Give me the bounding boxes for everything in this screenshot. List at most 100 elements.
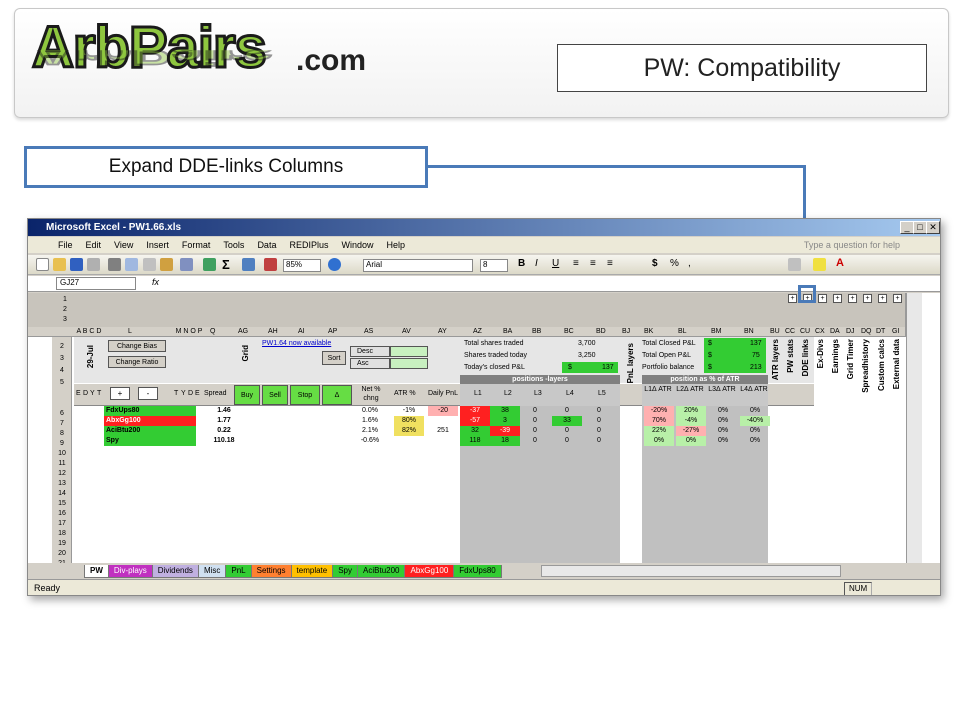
menu-window[interactable]: Window	[341, 240, 373, 250]
row-number[interactable]: 4	[54, 365, 70, 377]
pair-name[interactable]: Spy	[104, 436, 196, 446]
menu-data[interactable]: Data	[257, 240, 276, 250]
sort-icon[interactable]	[242, 258, 255, 271]
font-select[interactable]: Arial	[363, 259, 473, 272]
vertical-scrollbar[interactable]	[906, 293, 922, 563]
col-header-ay[interactable]: AY	[438, 327, 447, 337]
outline-level[interactable]: 2	[60, 305, 70, 315]
tab-template[interactable]: template	[290, 564, 334, 578]
row-number[interactable]: 15	[54, 499, 70, 509]
align-left-icon[interactable]: ≡	[573, 258, 579, 269]
new-icon[interactable]	[36, 258, 49, 271]
tab-spy[interactable]: Spy	[332, 564, 359, 578]
menu-insert[interactable]: Insert	[146, 240, 169, 250]
update-available-link[interactable]: PW1.64 now available	[262, 340, 331, 347]
row-number[interactable]: 19	[54, 539, 70, 549]
print-icon[interactable]	[108, 258, 121, 271]
col-header-bc[interactable]: BC	[564, 327, 574, 337]
expand-grid-timer-button[interactable]: +	[863, 294, 872, 303]
undo-icon[interactable]	[180, 258, 193, 271]
row-number[interactable]: 14	[54, 489, 70, 499]
minus-button[interactable]: -	[138, 387, 158, 400]
underline-icon[interactable]: U	[552, 258, 559, 269]
col-header-dj[interactable]: DJ	[846, 327, 855, 337]
row-number[interactable]: 16	[54, 509, 70, 519]
row-number[interactable]: 20	[54, 549, 70, 559]
help-icon[interactable]	[328, 258, 341, 271]
tab-pw[interactable]: PW	[84, 564, 109, 578]
col-header-bn[interactable]: BN	[744, 327, 754, 337]
col-header-bj[interactable]: BJ	[622, 327, 630, 337]
row-number[interactable]: 3	[54, 353, 70, 365]
percent-icon[interactable]: %	[670, 258, 679, 269]
stop-button[interactable]: Stop	[290, 385, 320, 405]
row-number[interactable]: 9	[54, 439, 70, 449]
tab-settings[interactable]: Settings	[250, 564, 292, 578]
align-center-icon[interactable]: ≡	[590, 258, 596, 269]
maximize-button[interactable]: □	[913, 221, 927, 234]
tab-div-plays[interactable]: Div-plays	[107, 564, 153, 578]
col-header-as[interactable]: AS	[364, 327, 373, 337]
font-color-icon[interactable]: A	[836, 257, 844, 269]
expand-spreadhistory-button[interactable]: +	[878, 294, 887, 303]
hyperlink-icon[interactable]	[203, 258, 216, 271]
comma-icon[interactable]: ,	[688, 258, 691, 269]
spreadsheet-grid[interactable]: A B C D L M N O P Q AG AH AI AP AS AV AY…	[28, 293, 940, 567]
pair-name[interactable]: AbxGg100	[104, 416, 196, 426]
row-number[interactable]: 12	[54, 469, 70, 479]
plus-button[interactable]: +	[110, 387, 130, 400]
tab-misc[interactable]: Misc	[197, 564, 227, 578]
col-header-bk[interactable]: BK	[644, 327, 653, 337]
col-header-dq[interactable]: DQ	[861, 327, 872, 337]
col-header-cx[interactable]: CX	[815, 327, 825, 337]
col-header-abcd[interactable]: A B C D	[74, 327, 104, 337]
col-header-gi[interactable]: GI	[892, 327, 899, 337]
asc-option[interactable]: Asc	[350, 358, 390, 369]
row-number[interactable]: 18	[54, 529, 70, 539]
expand-earnings-button[interactable]: +	[848, 294, 857, 303]
chart-wizard-icon[interactable]	[264, 258, 277, 271]
col-header-l[interactable]: L	[128, 327, 132, 337]
open-icon[interactable]	[53, 258, 66, 271]
menu-view[interactable]: View	[114, 240, 133, 250]
outline-level[interactable]: 1	[60, 295, 70, 305]
row-number[interactable]: 11	[54, 459, 70, 469]
col-header-da[interactable]: DA	[830, 327, 840, 337]
col-header-ah[interactable]: AH	[268, 327, 278, 337]
col-header-bb[interactable]: BB	[532, 327, 541, 337]
align-right-icon[interactable]: ≡	[607, 258, 613, 269]
permission-icon[interactable]	[87, 258, 100, 271]
paste-icon[interactable]	[160, 258, 173, 271]
close-button[interactable]: ✕	[926, 221, 940, 234]
col-header-av[interactable]: AV	[402, 327, 411, 337]
menu-format[interactable]: Format	[182, 240, 211, 250]
fill-color-icon[interactable]	[813, 258, 826, 271]
col-header-cu[interactable]: CU	[800, 327, 810, 337]
autosum-icon[interactable]: Σ	[222, 257, 230, 272]
expand-atr-button[interactable]: +	[788, 294, 797, 303]
row-number[interactable]: 13	[54, 479, 70, 489]
row-number[interactable]: 5	[54, 377, 70, 389]
save-icon[interactable]	[70, 258, 83, 271]
col-header-dt[interactable]: DT	[876, 327, 885, 337]
tab-dividends[interactable]: Dividends	[151, 564, 199, 578]
col-header-cc[interactable]: CC	[785, 327, 795, 337]
change-bias-button[interactable]: Change Bias	[108, 340, 166, 352]
font-size-select[interactable]: 8	[480, 259, 508, 272]
col-header-ba[interactable]: BA	[503, 327, 512, 337]
col-header-ap[interactable]: AP	[328, 327, 337, 337]
col-header-bm[interactable]: BM	[711, 327, 722, 337]
expand-ex-divs-button[interactable]: +	[833, 294, 842, 303]
name-box[interactable]: GJ27	[56, 277, 136, 290]
delta-button[interactable]: Δ	[322, 385, 352, 405]
borders-icon[interactable]	[788, 258, 801, 271]
col-header-ai[interactable]: AI	[298, 327, 305, 337]
help-search-input[interactable]: Type a question for help	[804, 240, 900, 250]
tab-fdxups80[interactable]: FdxUps80	[453, 564, 502, 578]
col-header-bl[interactable]: BL	[678, 327, 687, 337]
menu-tools[interactable]: Tools	[223, 240, 244, 250]
expand-dde-links-button[interactable]: +	[818, 294, 827, 303]
row-number[interactable]: 8	[54, 429, 70, 439]
menu-edit[interactable]: Edit	[86, 240, 102, 250]
sell-button[interactable]: Sell	[262, 385, 288, 405]
